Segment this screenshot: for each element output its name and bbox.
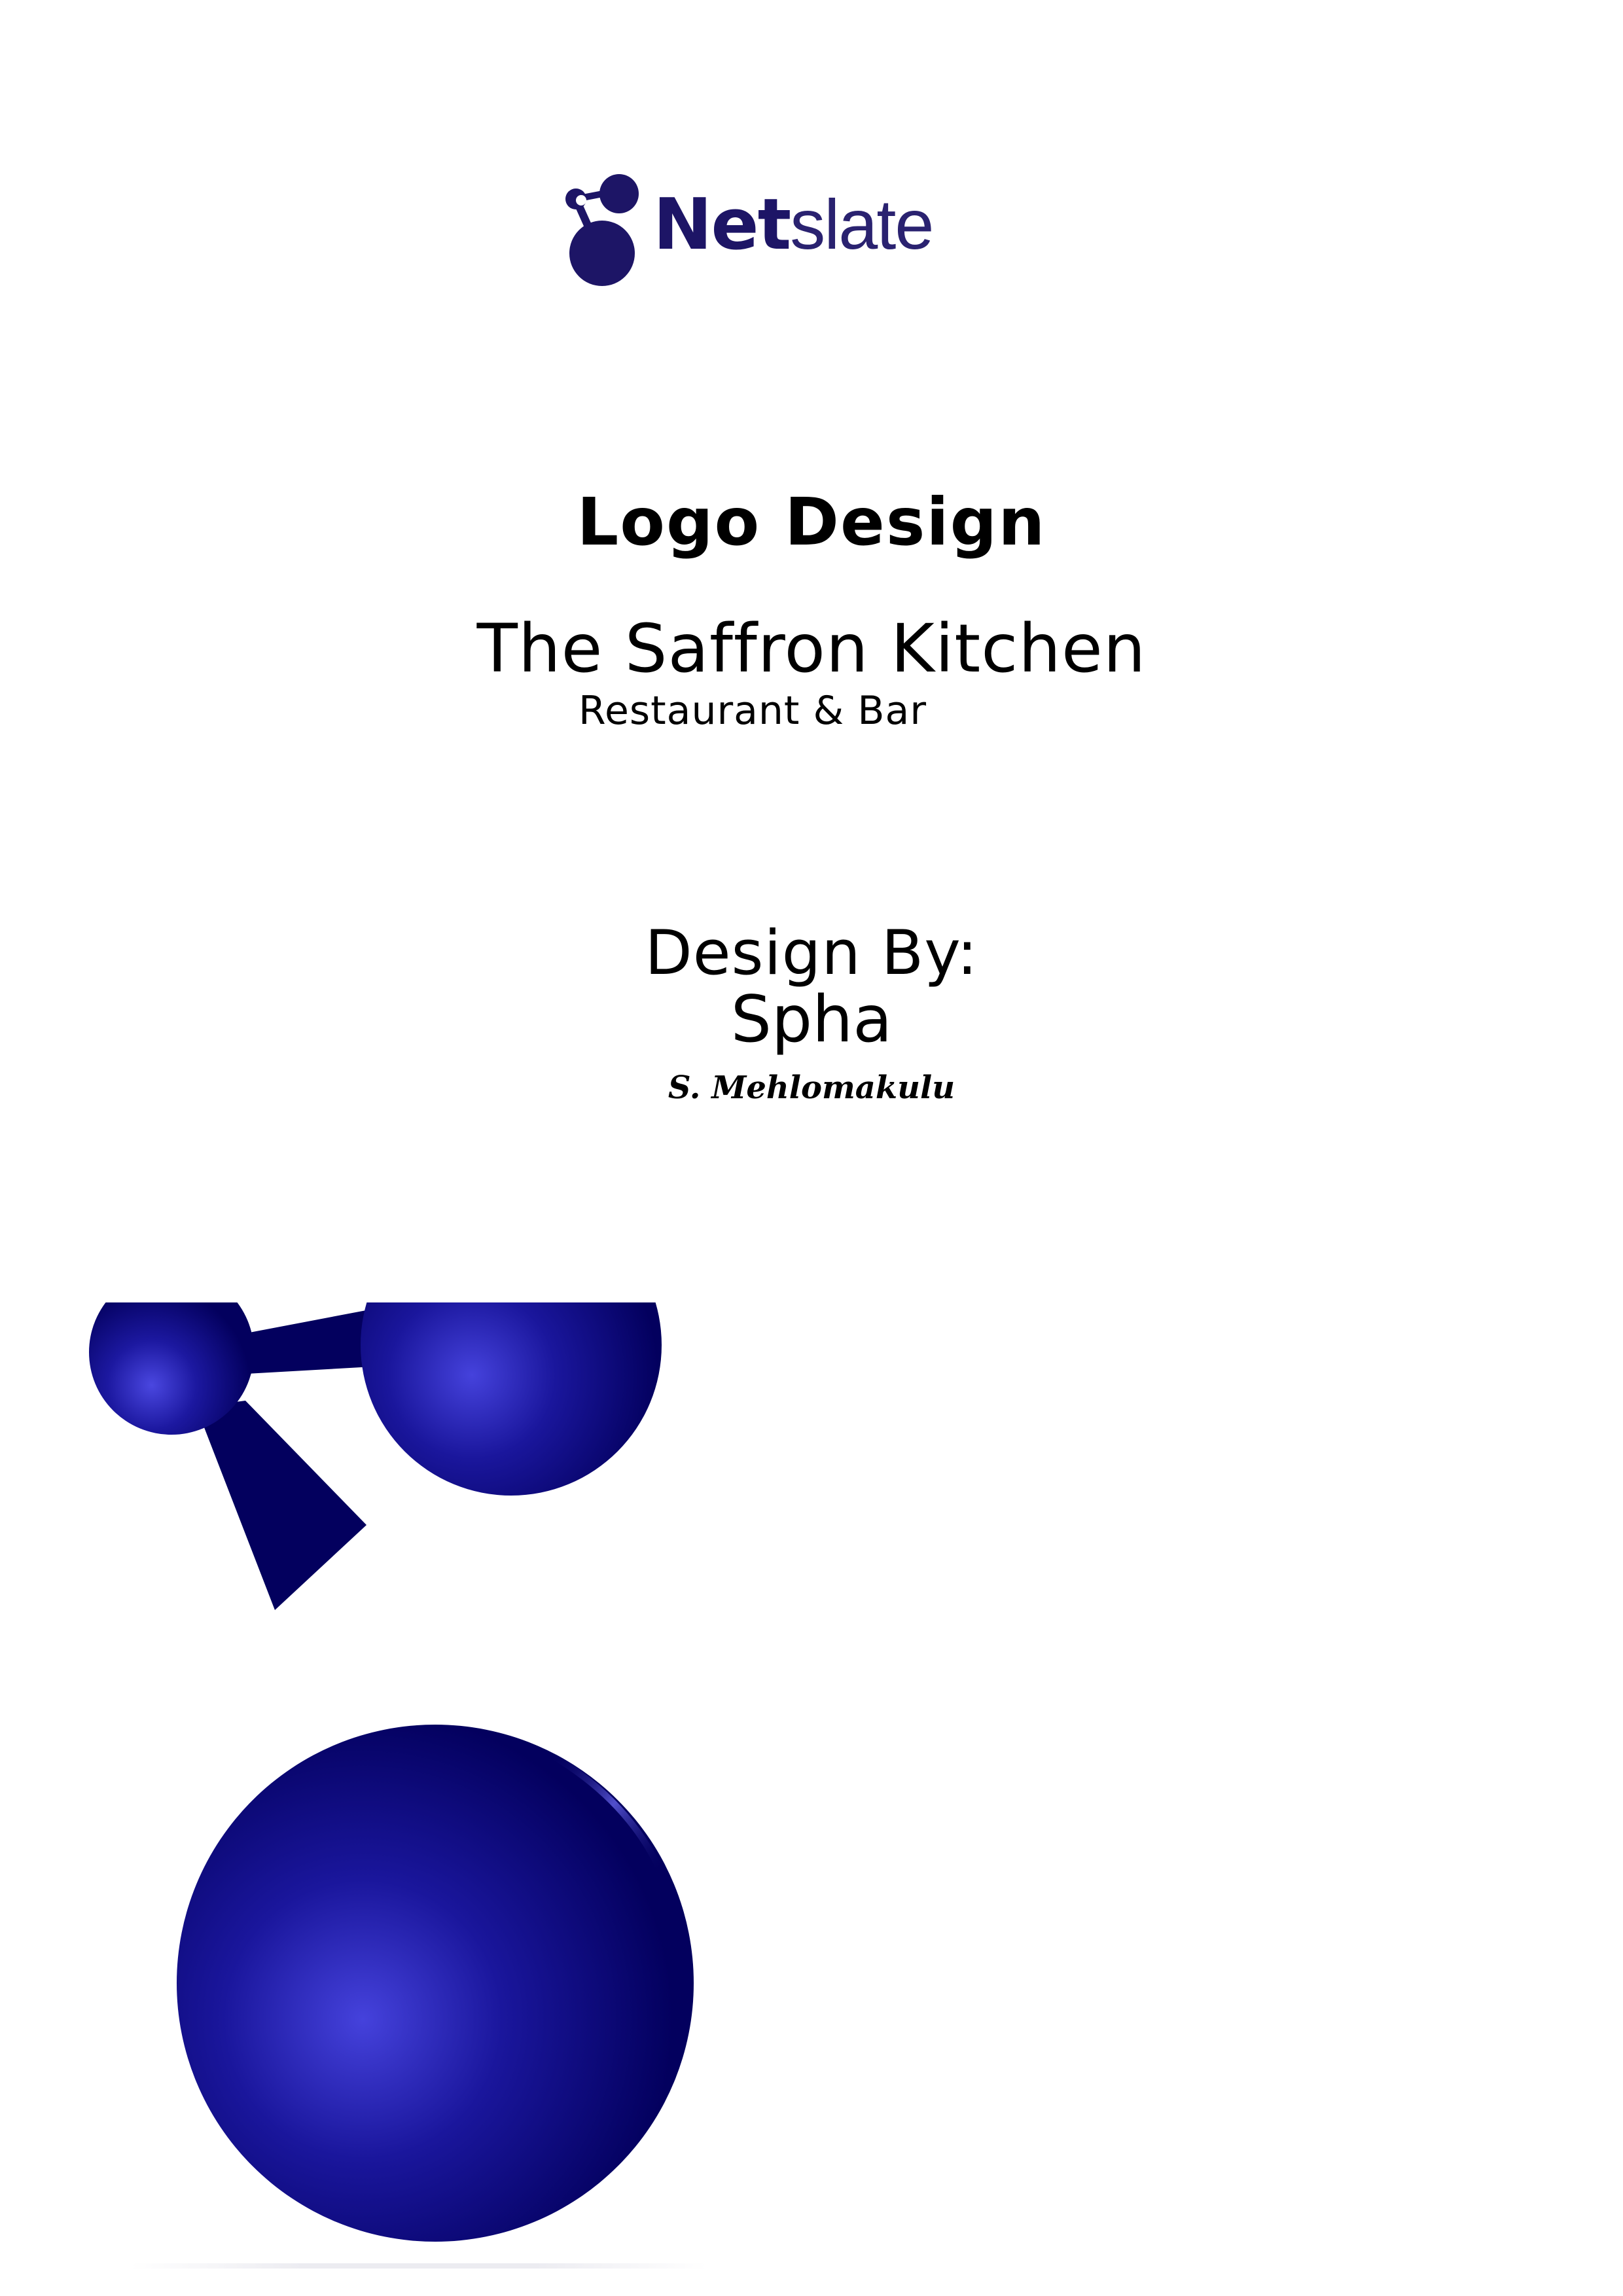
netslate-molecule-icon bbox=[89, 1302, 694, 2242]
netslate-logo-icon bbox=[565, 174, 639, 286]
connector-diagonal bbox=[196, 1401, 366, 1610]
designer-label: Design By: bbox=[645, 918, 978, 989]
brand-word-light: slate bbox=[790, 185, 934, 264]
designer-name: Spha bbox=[730, 982, 893, 1057]
ground-line bbox=[131, 2263, 707, 2269]
designer-signature: S. Mehlomakulu bbox=[668, 1069, 955, 1106]
brand-header: Netslate bbox=[564, 171, 983, 287]
brand-wordmark: Netslate bbox=[653, 182, 934, 268]
document-title: Logo Design bbox=[577, 484, 1046, 560]
connector-top bbox=[236, 1309, 373, 1374]
sphere-mid bbox=[361, 1302, 662, 1496]
brand-word-bold: Net bbox=[653, 184, 791, 266]
client-name: The Saffron Kitchen bbox=[476, 610, 1147, 688]
client-subtitle: Restaurant & Bar bbox=[578, 688, 927, 734]
